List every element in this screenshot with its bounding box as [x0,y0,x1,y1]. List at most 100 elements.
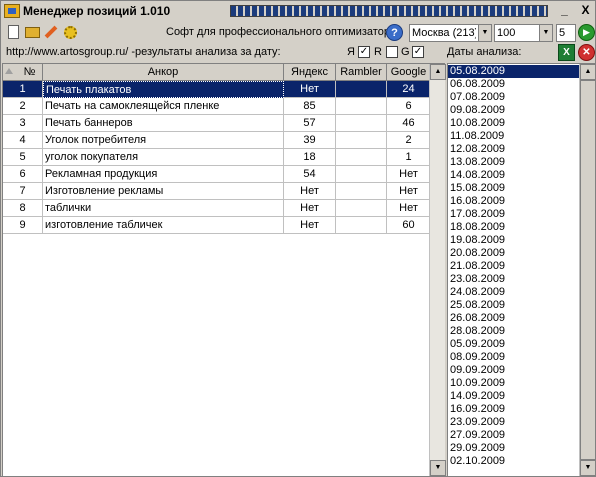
excel-export-icon[interactable]: X [558,44,575,61]
date-list-item[interactable]: 26.08.2009 [448,312,580,325]
table-cell-n: 3 [3,115,43,132]
table-row[interactable]: 5 уголок покупателя 18 1 [3,149,431,166]
date-list-item[interactable]: 08.09.2009 [448,351,580,364]
app-icon [4,4,20,18]
date-list-item[interactable]: 27.09.2009 [448,429,580,442]
table-row[interactable]: 4 Уголок потребителя 39 2 [3,132,431,149]
table-cell-anchor: Изготовление рекламы [43,183,284,200]
table-cell-rambler [336,98,387,115]
help-button[interactable]: ? [386,24,403,41]
table-cell-n: 4 [3,132,43,149]
table-row[interactable]: 1 Печать плакатов Нет 24 [3,81,431,98]
new-file-icon [7,25,19,39]
close-button[interactable]: X [577,3,594,19]
scroll-up-arrow[interactable]: ▲ [580,64,596,80]
settings-button[interactable] [61,23,79,41]
col-number-label: № [23,66,36,78]
scroll-up-arrow[interactable]: ▲ [430,64,446,80]
date-list-item[interactable]: 28.08.2009 [448,325,580,338]
table-row[interactable]: 8 таблички Нет Нет [3,200,431,217]
date-list-item[interactable]: 02.10.2009 [448,455,580,468]
table-cell-rambler [336,183,387,200]
table-cell-yandex: 57 [284,115,336,132]
table-row[interactable]: 3 Печать баннеров 57 46 [3,115,431,132]
table-cell-yandex: 54 [284,166,336,183]
date-list-item[interactable]: 16.08.2009 [448,195,580,208]
date-list-item[interactable]: 09.08.2009 [448,104,580,117]
table-cell-rambler [336,81,387,98]
date-list-item[interactable]: 24.08.2009 [448,286,580,299]
edit-button[interactable] [42,23,60,41]
col-anchor-header[interactable]: Анкор [43,64,284,81]
chevron-down-icon[interactable]: ▼ [539,24,553,42]
yandex-checkbox[interactable]: ✓ [358,46,370,58]
date-list-item[interactable]: 21.08.2009 [448,260,580,273]
date-list-item[interactable]: 16.09.2009 [448,403,580,416]
col-rambler-header[interactable]: Rambler [336,64,387,81]
table-cell-google: 46 [387,115,431,132]
minimize-button[interactable]: _ [556,3,573,19]
threads-input[interactable]: 5 [556,24,576,42]
depth-select[interactable]: 100 ▼ [494,24,553,42]
table-row[interactable]: 6 Рекламная продукция 54 Нет [3,166,431,183]
gear-icon [63,25,77,39]
date-list-item[interactable]: 18.08.2009 [448,221,580,234]
table-cell-anchor: Печать на самоклеящейся пленке [43,98,284,115]
date-list-item[interactable]: 09.09.2009 [448,364,580,377]
run-button[interactable]: ▶ [578,24,595,41]
table-row[interactable]: 2 Печать на самоклеящейся пленке 85 6 [3,98,431,115]
col-google-header[interactable]: Google [387,64,431,81]
rambler-checkbox[interactable] [386,46,398,58]
date-list-item[interactable]: 06.08.2009 [448,78,580,91]
table-cell-yandex: 85 [284,98,336,115]
date-list-item[interactable]: 13.08.2009 [448,156,580,169]
url-label: http://www.artosgroup.ru/ -результаты ан… [6,46,281,58]
new-file-button[interactable] [4,23,22,41]
date-list-item[interactable]: 11.08.2009 [448,130,580,143]
url-bar: http://www.artosgroup.ru/ -результаты ан… [1,44,595,62]
date-list-item[interactable]: 07.08.2009 [448,91,580,104]
toolbar: Софт для профессионального оптимизатора … [1,21,595,44]
region-select[interactable]: Москва (213) ▼ [409,24,492,42]
date-list-item[interactable]: 10.09.2009 [448,377,580,390]
open-button[interactable] [23,23,41,41]
table-cell-n: 5 [3,149,43,166]
yandex-label: Я [347,46,355,58]
table-row[interactable]: 9 изготовление табличек Нет 60 [3,217,431,234]
table-cell-yandex: 18 [284,149,336,166]
folder-icon [24,26,40,38]
table-cell-rambler [336,200,387,217]
col-yandex-header[interactable]: Яндекс [284,64,336,81]
date-list-item[interactable]: 05.09.2009 [448,338,580,351]
table-row[interactable]: 7 Изготовление рекламы Нет Нет [3,183,431,200]
date-list-item[interactable]: 10.08.2009 [448,117,580,130]
date-list-item[interactable]: 12.08.2009 [448,143,580,156]
date-list-item[interactable]: 20.08.2009 [448,247,580,260]
date-list-item[interactable]: 14.09.2009 [448,390,580,403]
table-cell-rambler [336,149,387,166]
table-scrollbar[interactable]: ▲ ▼ [429,64,446,476]
date-list-item[interactable]: 23.08.2009 [448,273,580,286]
scroll-thumb[interactable] [580,80,596,460]
date-list-item[interactable]: 05.08.2009 [448,65,580,78]
date-list-item[interactable]: 14.08.2009 [448,169,580,182]
col-number-header[interactable]: № [3,64,43,81]
scroll-down-arrow[interactable]: ▼ [430,460,446,476]
date-list-item[interactable]: 19.08.2009 [448,234,580,247]
date-list-item[interactable]: 29.09.2009 [448,442,580,455]
title-bar: Менеджер позиций 1.010 _ X [1,1,595,21]
dates-list: 05.08.2009 06.08.2009 07.08.2009 09.08.2009… [447,63,596,477]
table-cell-rambler [336,115,387,132]
date-list-item[interactable]: 17.08.2009 [448,208,580,221]
sort-icon [5,68,13,74]
table-cell-google: Нет [387,166,431,183]
date-list-item[interactable]: 15.08.2009 [448,182,580,195]
date-list-item[interactable]: 23.09.2009 [448,416,580,429]
dates-scrollbar[interactable]: ▲ ▼ [579,64,596,476]
table-cell-google: 24 [387,81,431,98]
google-checkbox[interactable]: ✓ [412,46,424,58]
date-list-item[interactable]: 25.08.2009 [448,299,580,312]
chevron-down-icon[interactable]: ▼ [478,24,492,42]
delete-icon[interactable]: ✕ [578,44,595,61]
scroll-down-arrow[interactable]: ▼ [580,460,596,476]
